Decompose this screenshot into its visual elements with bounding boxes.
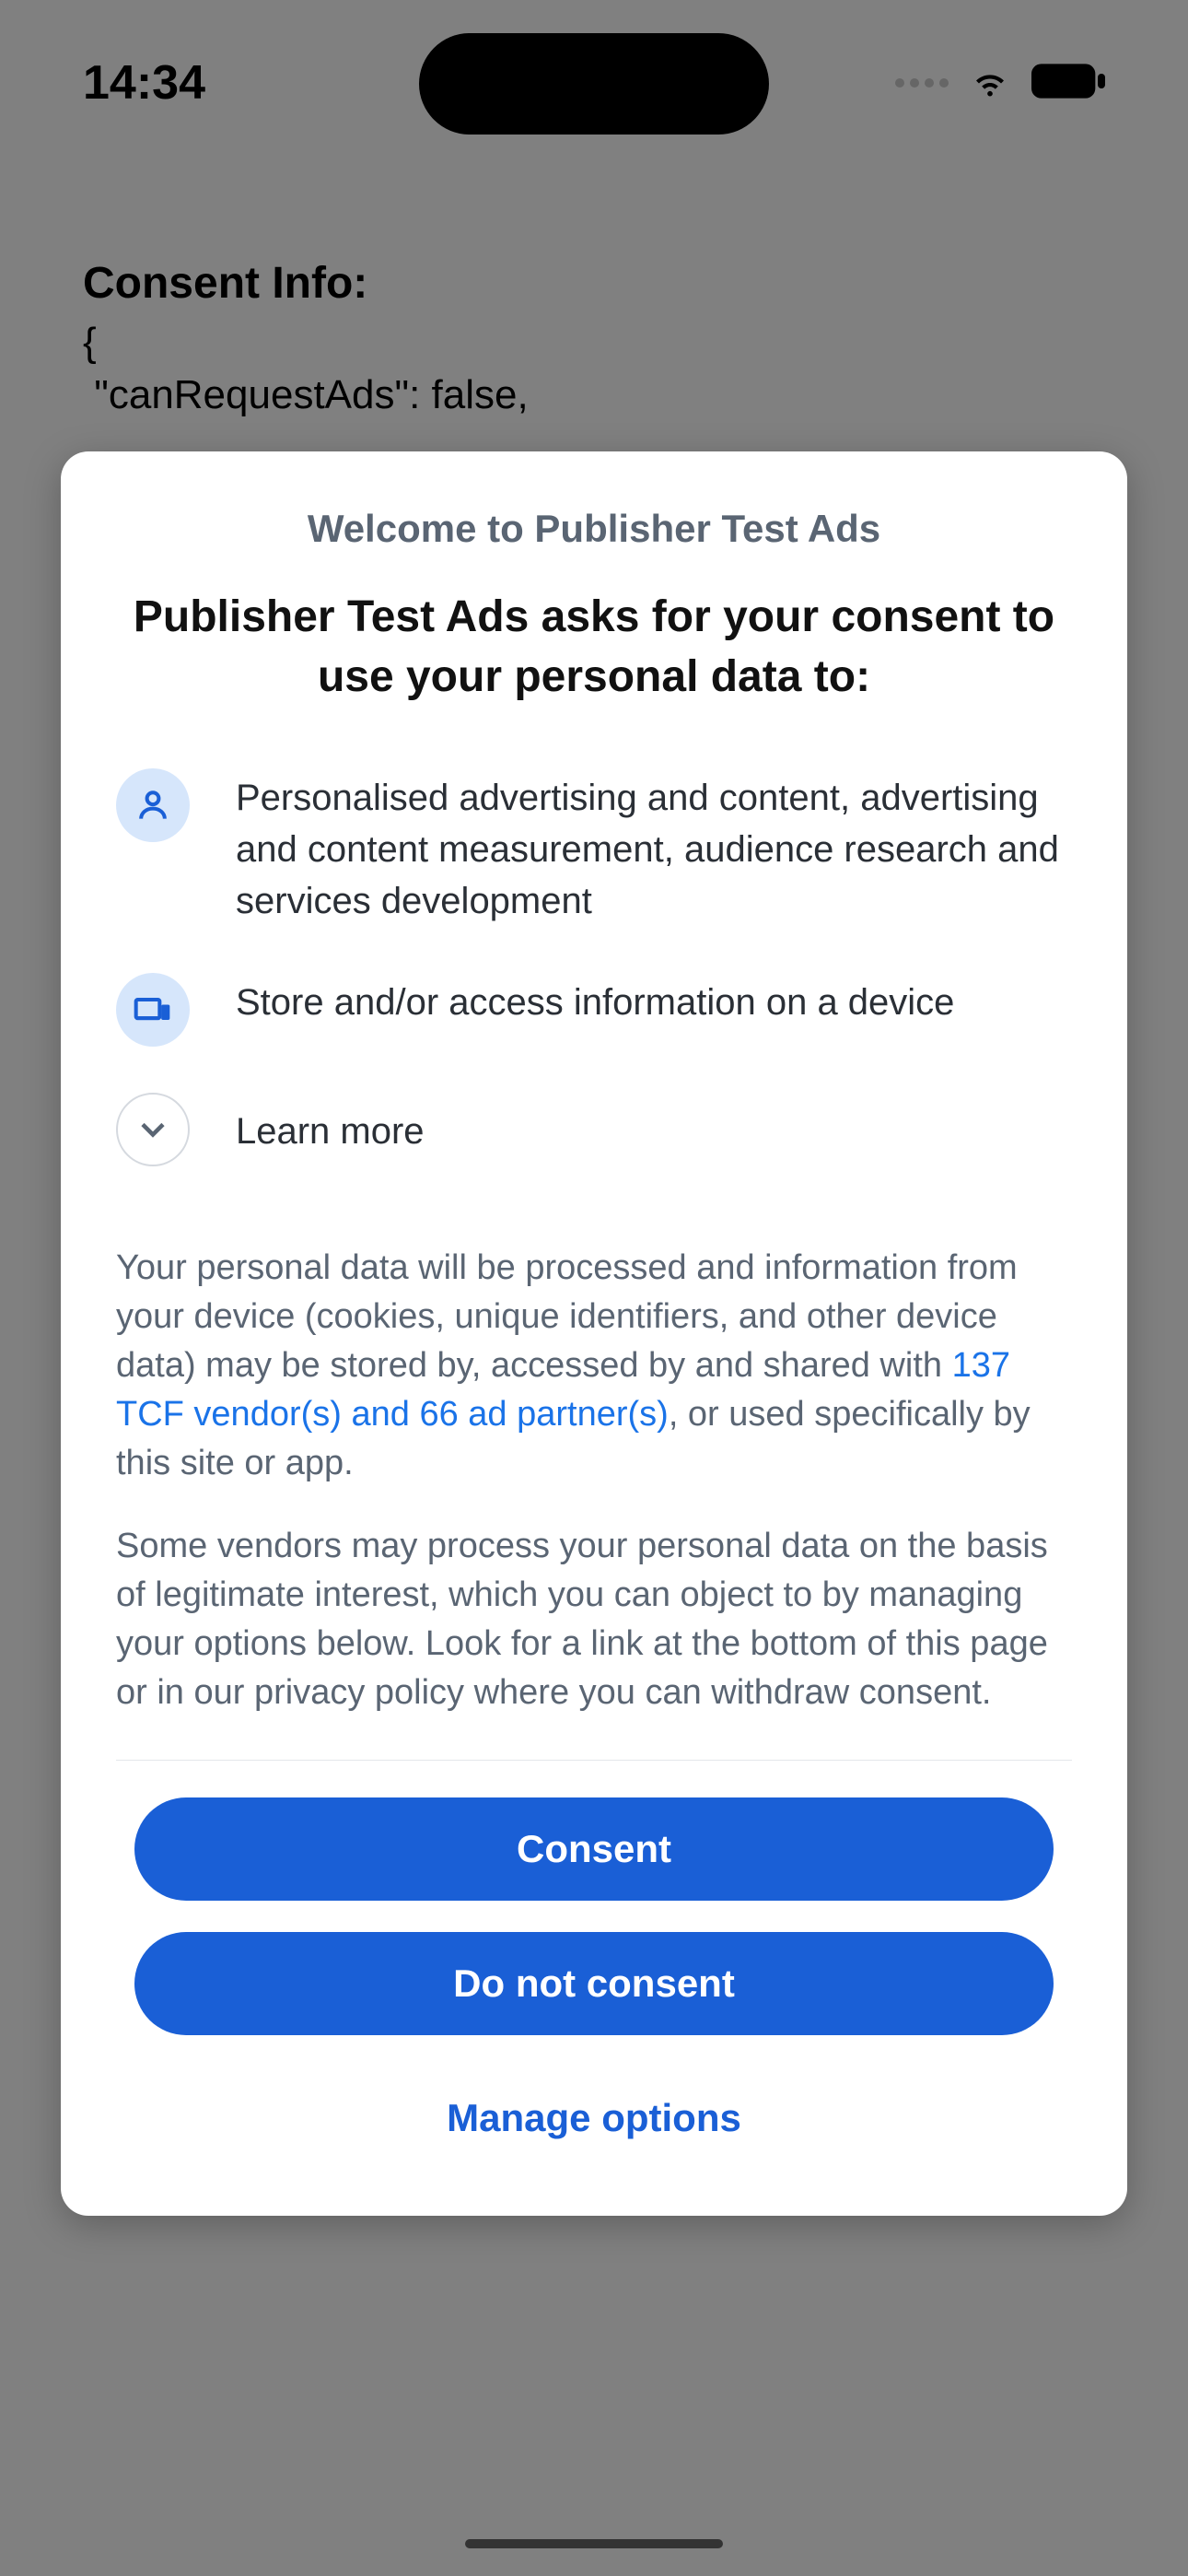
purpose-item: Store and/or access information on a dev… xyxy=(116,967,1090,1047)
dialog-welcome-text: Welcome to Publisher Test Ads xyxy=(98,507,1090,551)
modal-overlay: Welcome to Publisher Test Ads Publisher … xyxy=(0,0,1188,2576)
purpose-text: Personalised advertising and content, ad… xyxy=(236,763,1090,927)
learn-more-toggle[interactable]: Learn more xyxy=(116,1087,1090,1166)
dialog-body-paragraph: Your personal data will be processed and… xyxy=(98,1244,1090,1489)
dialog-body-paragraph: Some vendors may process your personal d… xyxy=(98,1522,1090,1718)
devices-icon xyxy=(116,973,190,1047)
manage-options-button[interactable]: Manage options xyxy=(134,2067,1054,2170)
dialog-title: Publisher Test Ads asks for your consent… xyxy=(98,588,1090,708)
purpose-text: Store and/or access information on a dev… xyxy=(236,967,954,1028)
body-text-pre: Your personal data will be processed and… xyxy=(116,1248,1018,1385)
home-indicator[interactable] xyxy=(465,2539,723,2548)
purpose-item: Personalised advertising and content, ad… xyxy=(116,763,1090,927)
person-icon xyxy=(116,768,190,842)
divider xyxy=(116,1760,1072,1761)
do-not-consent-button[interactable]: Do not consent xyxy=(134,1932,1054,2035)
learn-more-label: Learn more xyxy=(236,1087,425,1157)
consent-dialog: Welcome to Publisher Test Ads Publisher … xyxy=(61,451,1127,2216)
purpose-list: Personalised advertising and content, ad… xyxy=(98,763,1090,1207)
chevron-down-icon xyxy=(116,1093,190,1166)
dialog-actions: Consent Do not consent Manage options xyxy=(98,1797,1090,2170)
consent-button[interactable]: Consent xyxy=(134,1797,1054,1901)
